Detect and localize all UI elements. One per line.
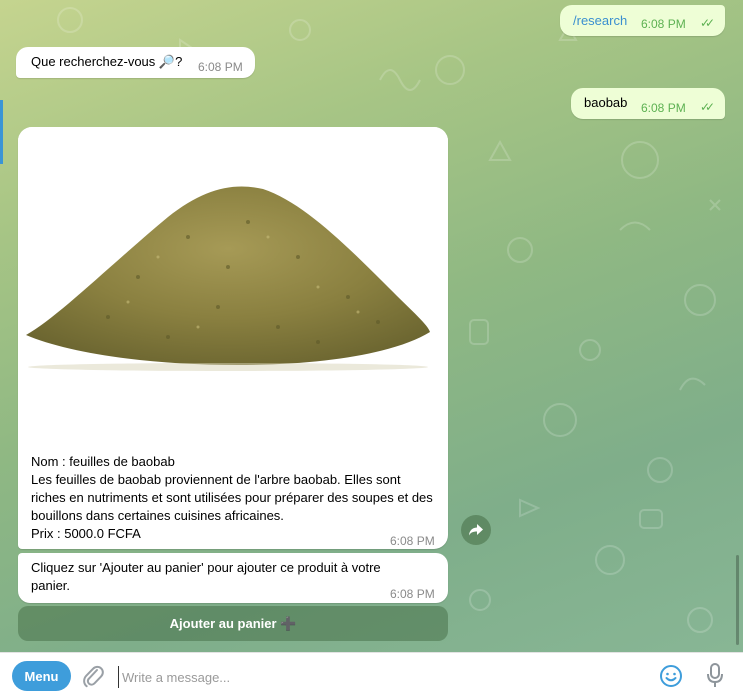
- message-time: 6:08 PM: [641, 17, 686, 31]
- instruction-message[interactable]: Cliquez sur 'Ajouter au panier' pour ajo…: [18, 553, 448, 603]
- add-to-cart-button[interactable]: Ajouter au panier ➕: [18, 606, 448, 641]
- message-input[interactable]: [118, 666, 644, 688]
- product-description: Les feuilles de baobab proviennent de l'…: [31, 472, 433, 523]
- product-name: Nom : feuilles de baobab: [31, 454, 175, 469]
- message-time: 6:08 PM: [390, 534, 435, 548]
- message-outgoing-baobab[interactable]: baobab 6:08 PM ✓✓: [571, 88, 725, 119]
- menu-button-label: Menu: [24, 668, 59, 684]
- herb-pile-image: [26, 186, 430, 371]
- emoji-icon[interactable]: [659, 664, 683, 688]
- message-time: 6:08 PM: [641, 101, 686, 115]
- double-check-icon: ✓✓: [700, 16, 715, 30]
- double-check-icon: ✓✓: [700, 100, 715, 114]
- product-price: Prix : 5000.0 FCFA: [31, 526, 141, 541]
- message-text: Que recherchez-vous 🔎?: [31, 54, 183, 69]
- product-message[interactable]: Nom : feuilles de baobab Les feuilles de…: [18, 127, 448, 549]
- add-to-cart-label: Ajouter au panier ➕: [169, 615, 297, 631]
- share-arrow-icon: [469, 524, 483, 536]
- share-button[interactable]: [461, 515, 491, 545]
- product-photo[interactable]: [18, 127, 448, 443]
- message-time: 6:08 PM: [198, 60, 243, 74]
- command-link[interactable]: /research: [573, 12, 627, 30]
- left-accent-bar: [0, 100, 3, 164]
- message-incoming-question[interactable]: Que recherchez-vous 🔎? 6:08 PM: [16, 47, 255, 78]
- message-text: Cliquez sur 'Ajouter au panier' pour ajo…: [31, 560, 381, 593]
- attach-paperclip-icon[interactable]: [82, 663, 104, 689]
- message-time: 6:08 PM: [390, 587, 435, 601]
- message-outgoing-research[interactable]: /research 6:08 PM ✓✓: [560, 5, 725, 36]
- message-text: baobab: [584, 95, 628, 110]
- microphone-icon[interactable]: [705, 662, 725, 690]
- scrollbar[interactable]: [736, 555, 739, 645]
- menu-button[interactable]: Menu: [12, 661, 71, 691]
- product-caption: Nom : feuilles de baobab Les feuilles de…: [31, 453, 436, 543]
- message-composer: Menu: [0, 652, 743, 700]
